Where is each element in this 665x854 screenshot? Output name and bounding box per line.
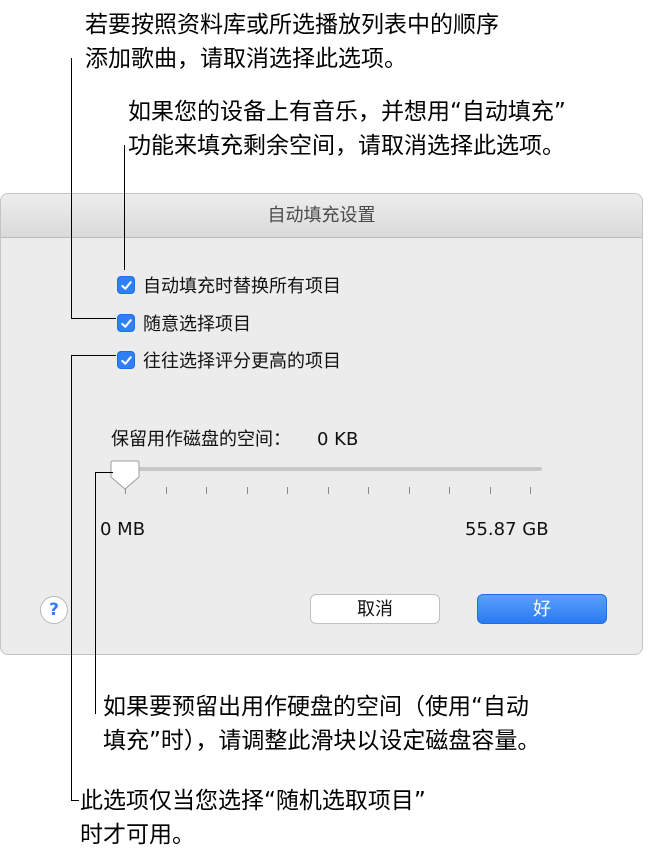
checkbox-higher-rated[interactable]	[117, 351, 135, 369]
cancel-button[interactable]: 取消	[310, 594, 440, 624]
reserve-space-slider-track[interactable]	[125, 467, 542, 471]
slider-tick	[287, 487, 288, 494]
checkbox-replace-all-row[interactable]: 自动填充时替换所有项目	[117, 272, 341, 298]
checkmark-icon	[120, 318, 132, 328]
leader-line-higher-bottom	[71, 800, 79, 801]
checkbox-replace-all[interactable]	[117, 276, 135, 294]
checkmark-icon	[120, 355, 132, 365]
help-button[interactable]: ?	[40, 596, 68, 624]
callout-shuffle-order-line2: 添加歌曲，请取消选择此选项。	[85, 46, 407, 72]
checkbox-higher-rated-row[interactable]: 往往选择评分更高的项目	[117, 347, 341, 373]
slider-tick	[368, 487, 369, 494]
leader-line-replace-vertical	[124, 145, 125, 270]
callout-higher-rated: 此选项仅当您选择“随机选取项目” 时才可用。	[80, 784, 426, 852]
callout-reserve-space: 如果要预留出用作硬盘的空间（使用“自动 填充”时），请调整此滑块以设定磁盘容量。	[103, 690, 540, 758]
callout-shuffle-order-line1: 若要按照资料库或所选播放列表中的顺序	[85, 12, 499, 38]
checkbox-random-select-row[interactable]: 随意选择项目	[117, 310, 251, 336]
callout-higher-rated-line2: 时才可用。	[80, 822, 195, 848]
leader-line-shuffle-horizontal	[71, 318, 116, 319]
slider-tick	[489, 487, 491, 494]
slider-tick	[449, 487, 450, 494]
callout-reserve-space-line2: 填充”时），请调整此滑块以设定磁盘容量。	[103, 728, 541, 754]
callout-higher-rated-line1: 此选项仅当您选择“随机选取项目”	[80, 788, 426, 814]
leader-line-slider-horizontal	[95, 472, 113, 473]
leader-line-higher-vertical	[71, 355, 72, 801]
autofill-settings-dialog: 自动填充设置	[0, 193, 643, 655]
callout-replace-all-line1: 如果您的设备上有音乐，并想用“自动填充”	[128, 99, 566, 125]
checkmark-icon	[120, 280, 132, 290]
reserve-space-slider-thumb[interactable]	[110, 459, 140, 491]
slider-max-label: 55.87 GB	[465, 519, 549, 540]
slider-tick	[530, 487, 531, 494]
slider-tick	[246, 487, 248, 494]
slider-tick	[327, 487, 329, 494]
checkbox-replace-all-label: 自动填充时替换所有项目	[143, 276, 341, 297]
checkbox-random-select[interactable]	[117, 314, 135, 332]
callout-replace-all-line2: 功能来填充剩余空间，请取消选择此选项。	[128, 133, 565, 159]
reserve-space-row: 保留用作磁盘的空间： 0 KB	[111, 425, 358, 451]
reserve-space-value: 0 KB	[317, 429, 359, 450]
callout-shuffle-order: 若要按照资料库或所选播放列表中的顺序 添加歌曲，请取消选择此选项。	[85, 8, 499, 76]
checkbox-higher-rated-label: 往往选择评分更高的项目	[143, 351, 341, 372]
ok-button[interactable]: 好	[477, 594, 607, 624]
slider-tick	[408, 487, 410, 494]
reserve-space-label: 保留用作磁盘的空间：	[111, 429, 291, 450]
leader-line-shuffle-vertical	[71, 58, 72, 319]
callout-reserve-space-line1: 如果要预留出用作硬盘的空间（使用“自动	[103, 694, 529, 720]
dialog-title: 自动填充设置	[1, 194, 642, 238]
callout-replace-all: 如果您的设备上有音乐，并想用“自动填充” 功能来填充剩余空间，请取消选择此选项。	[128, 95, 566, 163]
slider-tick	[165, 487, 167, 494]
checkbox-random-select-label: 随意选择项目	[143, 314, 251, 335]
slider-min-label: 0 MB	[100, 519, 146, 540]
leader-line-slider-vertical	[95, 472, 96, 714]
leader-line-higher-horizontal	[71, 355, 116, 356]
slider-tick	[206, 487, 207, 494]
